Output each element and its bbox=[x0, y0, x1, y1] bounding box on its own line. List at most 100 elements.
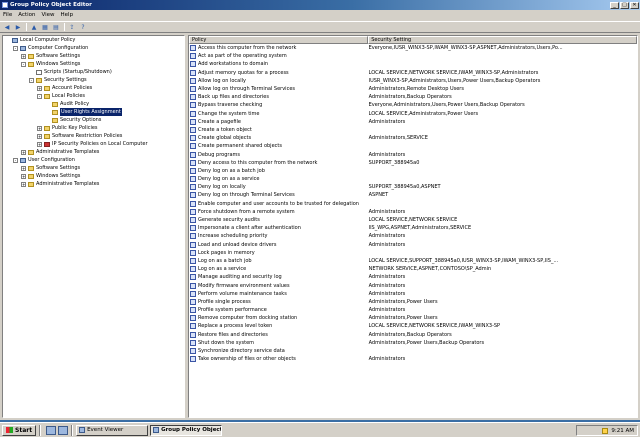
export-icon[interactable]: ⇪ bbox=[67, 23, 77, 32]
menu-view[interactable]: View bbox=[38, 12, 57, 18]
setting-cell: Administrators bbox=[368, 307, 637, 313]
title-bar[interactable]: Group Policy Object Editor _ □ ✕ bbox=[0, 0, 640, 10]
expand-toggle[interactable]: + bbox=[37, 141, 42, 147]
table-row[interactable]: Change the system time LOCAL SERVICE,Admi… bbox=[189, 110, 637, 118]
tree-node[interactable]: + Software Settings bbox=[3, 52, 184, 60]
table-row[interactable]: Create global objects Administrators,SERV… bbox=[189, 134, 637, 142]
show-hide-tree-icon[interactable]: ▦ bbox=[40, 23, 50, 32]
internet-explorer-icon[interactable] bbox=[58, 425, 69, 435]
table-row[interactable]: Bypass traverse checking Everyone,Adminis… bbox=[189, 101, 637, 109]
tree-node[interactable]: + Account Policies bbox=[3, 84, 184, 92]
expand-toggle[interactable]: + bbox=[37, 85, 42, 91]
tree-node-label: Account Policies bbox=[52, 85, 93, 91]
tree-node[interactable]: Security Options bbox=[3, 116, 184, 124]
table-row[interactable]: Load and unload device drivers Administra… bbox=[189, 241, 637, 249]
table-row[interactable]: Replace a process level token LOCAL SERVI… bbox=[189, 322, 637, 330]
tree-node[interactable]: Scripts (Startup/Shutdown) bbox=[3, 68, 184, 76]
collapse-toggle[interactable]: - bbox=[37, 93, 42, 99]
tree-node[interactable]: - User Configuration bbox=[3, 156, 184, 164]
table-row[interactable]: Manage auditing and security log Administ… bbox=[189, 273, 637, 281]
tree-node[interactable]: - Security Settings bbox=[3, 76, 184, 84]
table-row[interactable]: Add workstations to domain bbox=[189, 60, 637, 68]
up-icon[interactable]: ▲ bbox=[29, 23, 39, 32]
table-row[interactable]: Back up files and directories Administrat… bbox=[189, 93, 637, 101]
tree-node[interactable]: User Rights Assignment bbox=[3, 108, 184, 116]
taskbar-button[interactable]: Group Policy Object E... bbox=[150, 424, 223, 436]
table-row[interactable]: Impersonate a client after authenticatio… bbox=[189, 224, 637, 232]
policy-list[interactable]: Policy Security Setting Access this comp… bbox=[188, 35, 638, 418]
tree-node[interactable]: - Local Policies bbox=[3, 92, 184, 100]
expand-toggle[interactable]: + bbox=[37, 125, 42, 131]
expand-toggle[interactable]: + bbox=[21, 173, 26, 179]
tree-node[interactable]: - Windows Settings bbox=[3, 60, 184, 68]
table-row[interactable]: Log on as a service NETWORK SERVICE,ASPNE… bbox=[189, 265, 637, 273]
table-row[interactable]: Access this computer from the network Eve… bbox=[189, 44, 637, 52]
collapse-toggle[interactable]: - bbox=[13, 157, 18, 163]
collapse-toggle[interactable]: - bbox=[13, 45, 18, 51]
tree-node[interactable]: Audit Policy bbox=[3, 100, 184, 108]
table-row[interactable]: Allow log on through Terminal Services Ad… bbox=[189, 85, 637, 93]
table-row[interactable]: Shut down the system Administrators,Power… bbox=[189, 339, 637, 347]
menu-action[interactable]: Action bbox=[15, 12, 38, 18]
table-row[interactable]: Generate security audits LOCAL SERVICE,NE… bbox=[189, 216, 637, 224]
table-row[interactable]: Profile system performance Administrators bbox=[189, 306, 637, 314]
table-row[interactable]: Create a pagefile Administrators bbox=[189, 118, 637, 126]
table-row[interactable]: Allow log on locally IUSR_WINX3-SP,Admini… bbox=[189, 77, 637, 85]
tree-node[interactable]: + Windows Settings bbox=[3, 172, 184, 180]
expand-toggle[interactable]: + bbox=[21, 165, 26, 171]
tray-speaker-icon[interactable] bbox=[602, 427, 609, 434]
table-row[interactable]: Deny log on as a service bbox=[189, 175, 637, 183]
table-row[interactable]: Create a token object bbox=[189, 126, 637, 134]
table-row[interactable]: Take ownership of files or other objects… bbox=[189, 355, 637, 363]
expand-toggle[interactable]: + bbox=[21, 181, 26, 187]
column-header-setting[interactable]: Security Setting bbox=[368, 36, 637, 44]
tree-node[interactable]: + IP Security Policies on Local Computer bbox=[3, 140, 184, 148]
table-row[interactable]: Adjust memory quotas for a process LOCAL … bbox=[189, 69, 637, 77]
collapse-toggle[interactable]: - bbox=[29, 77, 34, 83]
tree-node[interactable]: Local Computer Policy bbox=[3, 36, 184, 44]
close-button[interactable]: ✕ bbox=[630, 1, 639, 9]
expand-toggle[interactable]: + bbox=[21, 53, 26, 59]
table-row[interactable]: Deny access to this computer from the ne… bbox=[189, 159, 637, 167]
minimize-button[interactable]: _ bbox=[610, 1, 619, 9]
taskbar-button[interactable]: Event Viewer bbox=[76, 424, 149, 436]
help-icon[interactable]: ? bbox=[78, 23, 88, 32]
table-row[interactable]: Perform volume maintenance tasks Administ… bbox=[189, 290, 637, 298]
table-row[interactable]: Lock pages in memory bbox=[189, 249, 637, 257]
table-row[interactable]: Synchronize directory service data bbox=[189, 347, 637, 355]
table-row[interactable]: Deny log on through Terminal Services ASP… bbox=[189, 191, 637, 199]
table-row[interactable]: Modify firmware environment values Admini… bbox=[189, 281, 637, 289]
menu-help[interactable]: Help bbox=[58, 12, 77, 18]
table-row[interactable]: Increase scheduling priority Administrato… bbox=[189, 232, 637, 240]
tree-node[interactable]: + Software Settings bbox=[3, 164, 184, 172]
table-row[interactable]: Act as part of the operating system bbox=[189, 52, 637, 60]
forward-icon[interactable]: ▶ bbox=[13, 23, 23, 32]
tree-node[interactable]: + Administrative Templates bbox=[3, 148, 184, 156]
column-header-policy[interactable]: Policy bbox=[189, 36, 369, 44]
table-row[interactable]: Log on as a batch job LOCAL SERVICE,SUPPO… bbox=[189, 257, 637, 265]
menu-file[interactable]: File bbox=[0, 12, 15, 18]
show-desktop-icon[interactable] bbox=[46, 425, 57, 435]
back-icon[interactable]: ◀ bbox=[2, 23, 12, 32]
clock[interactable]: 9:21 AM bbox=[611, 428, 634, 434]
start-button[interactable]: Start bbox=[2, 424, 37, 436]
table-row[interactable]: Create permanent shared objects bbox=[189, 142, 637, 150]
maximize-button[interactable]: □ bbox=[620, 1, 629, 9]
tree-node[interactable]: + Administrative Templates bbox=[3, 180, 184, 188]
table-row[interactable]: Profile single process Administrators,Pow… bbox=[189, 298, 637, 306]
table-row[interactable]: Enable computer and user accounts to be … bbox=[189, 200, 637, 208]
collapse-toggle[interactable]: - bbox=[21, 61, 26, 67]
table-row[interactable]: Deny log on as a batch job bbox=[189, 167, 637, 175]
expand-toggle[interactable]: + bbox=[37, 133, 42, 139]
table-row[interactable]: Debug programs Administrators bbox=[189, 150, 637, 158]
tree-node[interactable]: + Public Key Policies bbox=[3, 124, 184, 132]
table-row[interactable]: Restore files and directories Administrat… bbox=[189, 331, 637, 339]
expand-toggle[interactable]: + bbox=[21, 149, 26, 155]
table-row[interactable]: Deny log on locally SUPPORT_388945a0,ASPN… bbox=[189, 183, 637, 191]
properties-icon[interactable]: ▤ bbox=[51, 23, 61, 32]
console-tree[interactable]: Local Computer Policy - Computer Configura… bbox=[2, 35, 185, 418]
tree-node[interactable]: + Software Restriction Policies bbox=[3, 132, 184, 140]
table-row[interactable]: Remove computer from docking station Admi… bbox=[189, 314, 637, 322]
table-row[interactable]: Force shutdown from a remote system Admin… bbox=[189, 208, 637, 216]
tree-node[interactable]: - Computer Configuration bbox=[3, 44, 184, 52]
